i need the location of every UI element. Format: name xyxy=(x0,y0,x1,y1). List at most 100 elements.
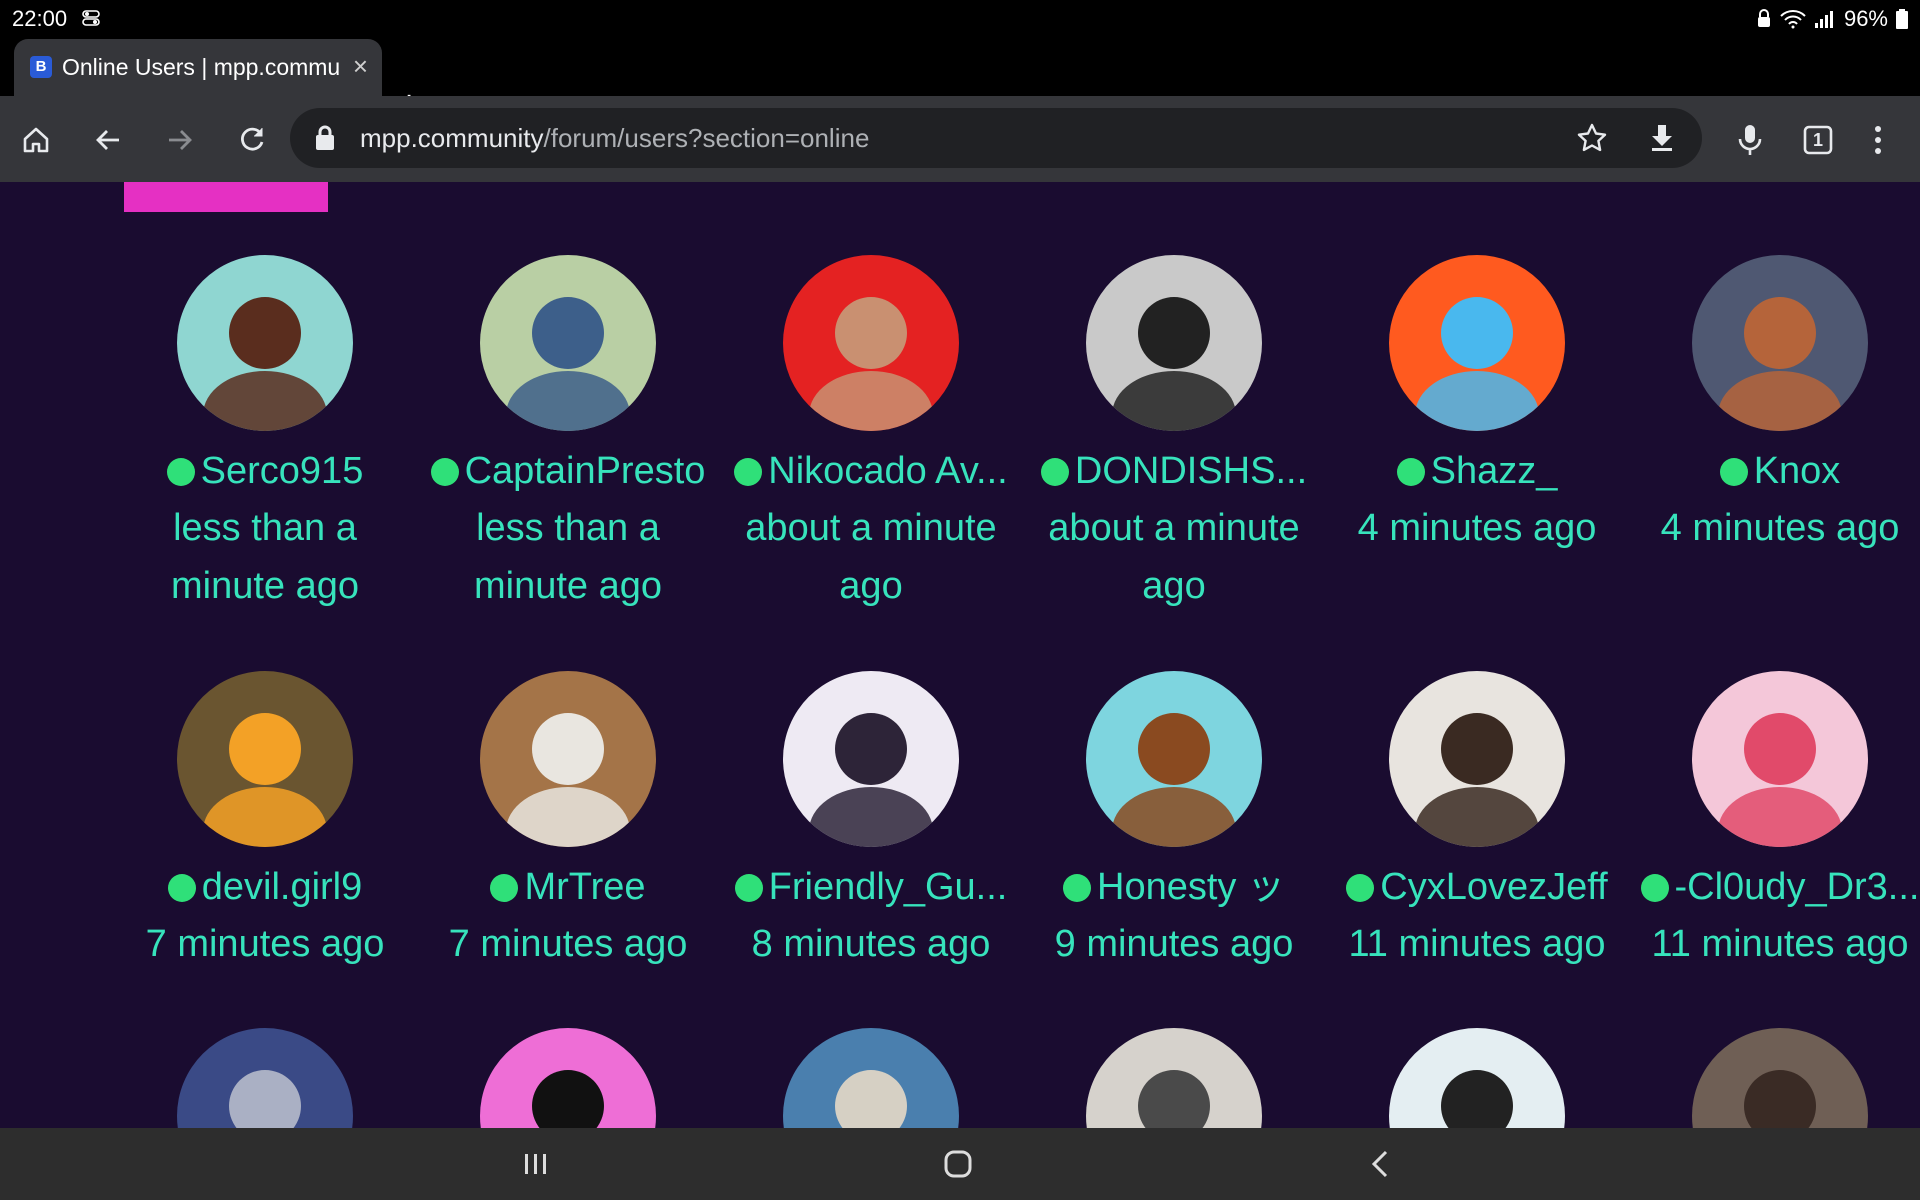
last-seen-time: 11 minutes ago xyxy=(1651,923,1909,965)
home-icon[interactable] xyxy=(16,120,56,160)
status-time: 22:00 xyxy=(12,6,68,31)
avatar[interactable] xyxy=(1389,255,1565,431)
username[interactable]: Honesty ッ xyxy=(1097,866,1285,908)
user-card[interactable]: DONDISHS... about a minute ago xyxy=(1024,255,1324,615)
username-link[interactable]: -Cl0udy_Dr3... xyxy=(1630,859,1920,915)
tab-count: 1 xyxy=(1812,129,1823,150)
username[interactable]: CaptainPresto xyxy=(465,450,706,492)
recents-icon[interactable] xyxy=(506,1140,566,1188)
user-card[interactable]: Serco915 less than a minute ago xyxy=(115,255,415,615)
avatar[interactable] xyxy=(1692,1028,1868,1128)
avatar[interactable] xyxy=(1692,255,1868,431)
avatar[interactable] xyxy=(177,1028,353,1128)
more-vert-icon[interactable] xyxy=(1858,120,1898,160)
user-card[interactable]: MrTree 7 minutes ago xyxy=(418,671,718,973)
avatar[interactable] xyxy=(1389,1028,1565,1128)
username[interactable]: Nikocado Av... xyxy=(768,450,1007,492)
user-card[interactable]: Honesty ッ 9 minutes ago xyxy=(1024,671,1324,973)
avatar[interactable] xyxy=(177,671,353,847)
user-card[interactable] xyxy=(1024,1028,1324,1128)
online-status-dot xyxy=(1040,458,1069,486)
username-link[interactable]: Friendly_Gu... xyxy=(721,859,1021,915)
page-content: Serco915 less than a minute ago CaptainPre… xyxy=(0,182,1920,1128)
online-status-dot xyxy=(167,874,196,902)
user-card[interactable] xyxy=(418,1028,718,1128)
browser-tab[interactable]: B Online Users | mpp.community × xyxy=(14,39,382,96)
online-status-dot xyxy=(1719,458,1748,486)
username-link[interactable]: devil.girl9 xyxy=(115,859,415,915)
tab-title: Online Users | mpp.community xyxy=(62,54,340,80)
download-icon[interactable] xyxy=(1646,122,1678,154)
avatar[interactable] xyxy=(480,671,656,847)
username[interactable]: Knox xyxy=(1754,450,1841,492)
avatar[interactable] xyxy=(1086,1028,1262,1128)
last-seen-time: 8 minutes ago xyxy=(751,923,991,965)
last-seen-time: about a minute ago xyxy=(1048,507,1300,607)
username[interactable]: DONDISHS... xyxy=(1075,450,1307,492)
username-link[interactable]: Honesty ッ xyxy=(1024,859,1324,915)
url-host: mpp.community xyxy=(360,123,544,153)
username[interactable]: Serco915 xyxy=(201,450,364,492)
last-seen-time: less than a minute ago xyxy=(473,507,662,607)
avatar[interactable] xyxy=(1389,671,1565,847)
username-link[interactable]: MrTree xyxy=(418,859,718,915)
online-status-dot xyxy=(1346,874,1375,902)
username[interactable]: Shazz_ xyxy=(1431,450,1558,492)
system-nav-bar xyxy=(0,1128,1920,1200)
user-card[interactable]: -Cl0udy_Dr3... 11 minutes ago xyxy=(1630,671,1920,973)
username[interactable]: CyxLovezJeff xyxy=(1380,866,1607,908)
user-card[interactable] xyxy=(115,1028,415,1128)
avatar[interactable] xyxy=(480,1028,656,1128)
online-status-dot xyxy=(1063,874,1092,902)
back-arrow-icon[interactable] xyxy=(88,120,128,160)
avatar[interactable] xyxy=(177,255,353,431)
user-card[interactable]: CaptainPresto less than a minute ago xyxy=(418,255,718,615)
signal-icon xyxy=(1814,11,1833,28)
avatar[interactable] xyxy=(783,1028,959,1128)
wifi-icon xyxy=(1780,10,1806,29)
tab-switcher-icon[interactable]: 1 xyxy=(1798,120,1838,160)
username[interactable]: -Cl0udy_Dr3... xyxy=(1675,866,1920,908)
avatar[interactable] xyxy=(1692,671,1868,847)
microphone-icon[interactable] xyxy=(1730,120,1770,160)
username[interactable]: Friendly_Gu... xyxy=(769,866,1008,908)
username-link[interactable]: DONDISHS... xyxy=(1024,443,1324,499)
toggle-icon xyxy=(82,10,100,26)
username-link[interactable]: Shazz_ xyxy=(1327,443,1627,499)
battery-icon xyxy=(1896,9,1908,29)
user-card[interactable]: CyxLovezJeff 11 minutes ago xyxy=(1327,671,1627,973)
avatar[interactable] xyxy=(783,671,959,847)
user-card[interactable]: Friendly_Gu... 8 minutes ago xyxy=(721,671,1021,973)
close-icon[interactable]: × xyxy=(353,52,368,80)
avatar[interactable] xyxy=(480,255,656,431)
username-link[interactable]: CaptainPresto xyxy=(418,443,718,499)
avatar[interactable] xyxy=(1086,671,1262,847)
username-link[interactable]: Nikocado Av... xyxy=(721,443,1021,499)
user-card[interactable]: Knox 4 minutes ago xyxy=(1630,255,1920,557)
online-status-dot xyxy=(1396,458,1425,486)
back-chevron-icon[interactable] xyxy=(1350,1140,1410,1188)
star-icon[interactable] xyxy=(1576,122,1608,154)
username[interactable]: MrTree xyxy=(524,866,645,908)
url-text[interactable]: mpp.community/forum/users?section=online xyxy=(360,123,869,154)
user-card[interactable]: devil.girl9 7 minutes ago xyxy=(115,671,415,973)
reload-icon[interactable] xyxy=(232,120,272,160)
home-circle-icon[interactable] xyxy=(928,1140,988,1188)
user-card[interactable] xyxy=(721,1028,1021,1128)
user-card[interactable]: Nikocado Av... about a minute ago xyxy=(721,255,1021,615)
avatar[interactable] xyxy=(1086,255,1262,431)
forward-arrow-icon[interactable] xyxy=(160,120,200,160)
user-card[interactable]: Shazz_ 4 minutes ago xyxy=(1327,255,1627,557)
last-seen-time: 11 minutes ago xyxy=(1348,923,1606,965)
user-card[interactable] xyxy=(1630,1028,1920,1128)
user-card[interactable] xyxy=(1327,1028,1627,1128)
username-link[interactable]: Serco915 xyxy=(115,443,415,499)
avatar[interactable] xyxy=(783,255,959,431)
address-bar[interactable]: mpp.community/forum/users?section=online xyxy=(290,108,1702,168)
username-link[interactable]: Knox xyxy=(1630,443,1920,499)
username-link[interactable]: CyxLovezJeff xyxy=(1327,859,1627,915)
lock-icon[interactable] xyxy=(314,124,336,152)
section-tab-indicator[interactable] xyxy=(124,182,328,212)
username[interactable]: devil.girl9 xyxy=(202,866,363,908)
last-seen-time: about a minute ago xyxy=(745,507,997,607)
